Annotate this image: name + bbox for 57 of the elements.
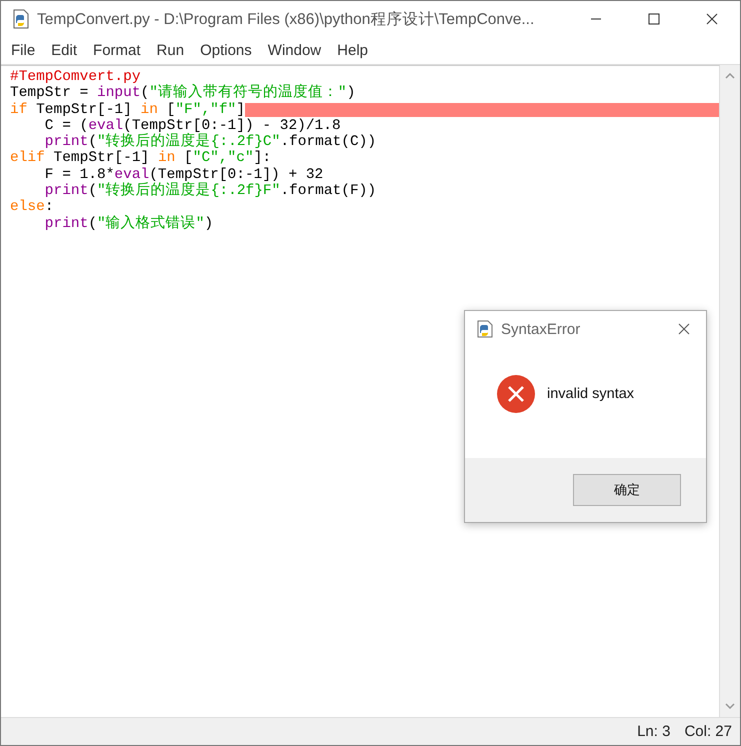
- code-string: "转换后的温度是{:.2f}C": [97, 134, 280, 150]
- code-text: (: [88, 134, 98, 150]
- menu-item[interactable]: Format: [93, 42, 141, 59]
- menu-item[interactable]: Edit: [51, 42, 78, 59]
- menu-item[interactable]: Options: [200, 42, 252, 59]
- python-file-icon: [11, 9, 31, 29]
- code-text: ): [204, 216, 214, 232]
- close-icon[interactable]: [678, 323, 690, 335]
- code-text: ): [346, 85, 356, 102]
- code-builtin: eval: [114, 166, 150, 183]
- menu-item[interactable]: Window: [268, 42, 322, 59]
- menu-item[interactable]: Run: [156, 42, 184, 59]
- window-title: TempConvert.py - D:\Program Files (x86)\python程序设计\TempConve...: [37, 10, 534, 30]
- code-builtin: input: [97, 85, 141, 102]
- code-string: "F","f": [175, 102, 236, 118]
- error-message: invalid syntax: [547, 386, 634, 402]
- code-text: TempStr[-1]: [52, 150, 150, 167]
- code-keyword: if: [10, 102, 28, 118]
- code-text: (: [88, 216, 98, 232]
- code-keyword: in: [140, 102, 158, 118]
- code-string: "输入格式错误": [97, 216, 204, 232]
- code-builtin: print: [44, 216, 88, 232]
- code-string: "转换后的温度是{:.2f}F": [97, 183, 280, 200]
- code-keyword: in: [158, 150, 176, 167]
- maximize-icon[interactable]: [648, 13, 660, 25]
- code-text: C = (: [44, 118, 88, 134]
- code-builtin: print: [44, 134, 88, 150]
- code-comment: #TempComvert.py: [10, 69, 141, 86]
- dialog-title: SyntaxError: [501, 320, 580, 338]
- code-text: ]: [236, 102, 245, 118]
- code-text: F = 1.8*: [44, 166, 114, 183]
- code-text: (: [140, 85, 150, 102]
- code-text: TempStr[-1]: [35, 102, 133, 118]
- code-keyword: else: [10, 199, 45, 216]
- code-string: "请输入带有符号的温度值：": [149, 85, 347, 102]
- ok-button[interactable]: 确定: [573, 474, 681, 506]
- code-builtin: print: [44, 183, 88, 200]
- code-text: TempStr =: [10, 85, 90, 102]
- code-text: (TempStr[0:-1]) - 32)/1.8: [123, 118, 341, 134]
- code-text: (TempStr[0:-1]) + 32: [149, 166, 324, 183]
- code-builtin: eval: [88, 118, 124, 134]
- menu-item[interactable]: File: [11, 42, 36, 59]
- code-text: .format(F)): [280, 183, 376, 200]
- code-text: ]:: [254, 150, 272, 167]
- close-icon[interactable]: [706, 13, 718, 25]
- menu-item[interactable]: Help: [337, 42, 368, 59]
- column-number: Col: 27: [684, 723, 732, 740]
- code-keyword: elif: [10, 150, 45, 167]
- code-text: [: [166, 102, 176, 118]
- python-icon: [475, 319, 495, 339]
- line-number: Ln: 3: [637, 723, 670, 740]
- code-text: (: [88, 183, 98, 200]
- error-icon: [497, 374, 535, 412]
- code-text: :: [44, 199, 54, 216]
- code-text: .format(C)): [280, 134, 376, 150]
- code-text: [: [183, 150, 193, 167]
- code-string: "C","c": [192, 150, 254, 167]
